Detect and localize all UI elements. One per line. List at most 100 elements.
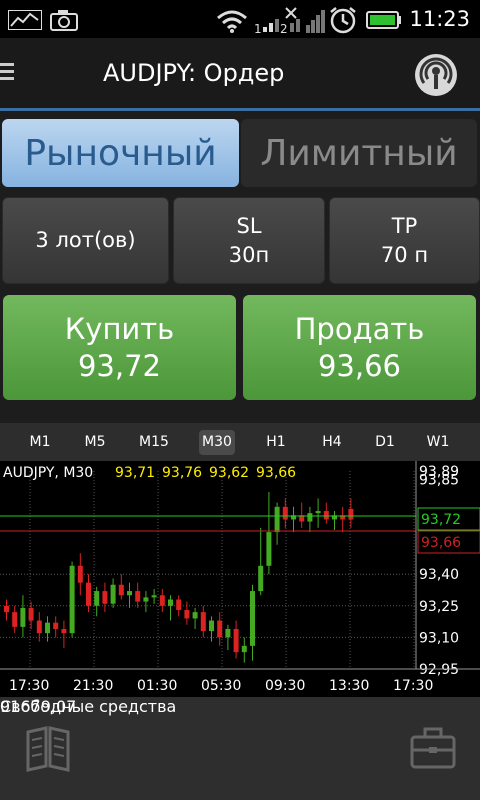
candle-body — [45, 622, 50, 634]
camera-icon — [50, 10, 78, 31]
lots-value: 3 лот(ов) — [35, 228, 136, 252]
candle-body — [209, 620, 214, 632]
candle-body — [307, 513, 313, 522]
y-tick-label: 93,10 — [419, 630, 459, 646]
candle-body — [151, 595, 157, 598]
timeframe-m5[interactable]: M5 — [77, 430, 113, 455]
y-tick-label: 93,25 — [419, 599, 459, 615]
candle-body — [348, 508, 354, 520]
bid-price-label: 93,72 — [421, 512, 461, 528]
candle-body — [184, 610, 190, 619]
candle-body — [200, 612, 206, 632]
wifi-icon — [217, 10, 247, 33]
battery-icon — [366, 11, 401, 29]
x-tick-label: 13:30 — [329, 678, 369, 694]
buy-label: Купить — [64, 311, 175, 346]
book-icon[interactable] — [24, 724, 72, 772]
timeframe-m30[interactable]: M30 — [199, 430, 235, 455]
candle-body — [102, 591, 108, 604]
tp-value: 70 п — [380, 242, 429, 267]
tab-limit-order[interactable]: Лимитный — [241, 119, 477, 187]
timeframe-d1[interactable]: D1 — [367, 430, 403, 455]
timeframe-m15[interactable]: M15 — [136, 430, 172, 455]
tab-market-order[interactable]: Рыночный — [2, 119, 239, 187]
ohlc-open: 93,71 — [115, 465, 155, 481]
candle-body — [127, 591, 132, 596]
alarm-icon — [330, 7, 356, 34]
stock-activity-icon — [8, 10, 42, 30]
candle-body — [94, 591, 100, 606]
candle-body — [86, 582, 91, 606]
candle-body — [258, 565, 264, 592]
candle-body — [241, 645, 247, 653]
candle-body — [250, 591, 255, 646]
buy-price: 93,72 — [77, 348, 162, 383]
y-tick-label: 93,40 — [419, 567, 459, 583]
ohlc-low: 93,62 — [209, 465, 249, 481]
candle-body — [323, 511, 329, 520]
candle-body — [77, 565, 83, 583]
chart-symbol-label: AUDJPY, M30 — [3, 465, 93, 481]
candle-body — [28, 607, 34, 621]
sl-label: SL — [236, 213, 262, 238]
candle-body — [225, 628, 231, 638]
candle-body — [118, 584, 124, 596]
y-tick-label: 92,95 — [419, 662, 459, 678]
price-chart[interactable]: AUDJPY, M30 93,71 93,76 93,62 93,66 93,8… — [0, 461, 480, 697]
candle-body — [217, 620, 223, 638]
candle-body — [135, 591, 141, 602]
candle-body — [315, 511, 321, 514]
candle-body — [143, 597, 149, 602]
tp-label: TP — [391, 213, 418, 238]
y-tick-label: 93,85 — [419, 472, 459, 488]
sell-button[interactable]: Продать 93,66 — [243, 295, 476, 400]
free-funds-value: 91679,07 — [0, 697, 77, 716]
candle-body — [110, 584, 116, 604]
candle-body — [69, 565, 75, 634]
timeframe-h1[interactable]: H1 — [258, 430, 294, 455]
candle-body — [233, 628, 239, 653]
candle-body — [192, 612, 198, 619]
candle-body — [20, 607, 26, 627]
timeframe-bar: M1 M5 M15 M30 H1 H4 D1 W1 — [0, 423, 480, 461]
y-axis: 93,8993,8593,4093,2593,1092,95 — [415, 461, 459, 678]
svg-text:1: 1 — [254, 22, 262, 34]
svg-text:2: 2 — [280, 22, 288, 34]
signal-strength-icon: 1 2 — [254, 7, 300, 34]
timeframe-m1[interactable]: M1 — [22, 430, 58, 455]
ohlc-close: 93,66 — [256, 465, 296, 481]
sell-label: Продать — [294, 311, 425, 346]
x-tick-label: 09:30 — [265, 678, 305, 694]
x-axis: 17:30 21:30 01:30 05:30 09:30 13:30 17:30 — [0, 668, 480, 694]
signal-bars-icon — [306, 10, 325, 33]
candle-body — [53, 622, 59, 629]
sell-price: 93,66 — [317, 348, 402, 383]
title-bar: AUDJPY: Ордер — [0, 38, 480, 108]
x-tick-label: 05:30 — [201, 678, 241, 694]
chart-grid — [0, 471, 416, 670]
status-bar: 1 2 11:23 — [0, 0, 480, 38]
candle-body — [168, 599, 173, 606]
timeframe-w1[interactable]: W1 — [420, 430, 456, 455]
menu-icon[interactable] — [0, 63, 14, 84]
sl-value: 30п — [228, 242, 270, 267]
x-tick-label: 21:30 — [73, 678, 113, 694]
stop-loss-button[interactable]: SL 30п — [173, 197, 325, 284]
ohlc-high: 93,76 — [162, 465, 202, 481]
signal-broadcast-icon[interactable] — [414, 53, 458, 97]
page-title: AUDJPY: Ордер — [103, 59, 285, 87]
take-profit-button[interactable]: TP 70 п — [329, 197, 480, 284]
candle-body — [61, 628, 67, 634]
candle-body — [4, 605, 9, 613]
candle-body — [266, 532, 272, 566]
x-tick-label: 17:30 — [393, 678, 433, 694]
x-tick-label: 01:30 — [137, 678, 177, 694]
briefcase-icon[interactable] — [410, 727, 456, 769]
lots-button[interactable]: 3 лот(ов) — [2, 197, 169, 284]
candle-body — [36, 620, 42, 634]
candle-body — [12, 612, 18, 627]
timeframe-h4[interactable]: H4 — [314, 430, 350, 455]
candle-body — [176, 599, 182, 611]
candle-body — [159, 595, 165, 606]
buy-button[interactable]: Купить 93,72 — [3, 295, 236, 400]
